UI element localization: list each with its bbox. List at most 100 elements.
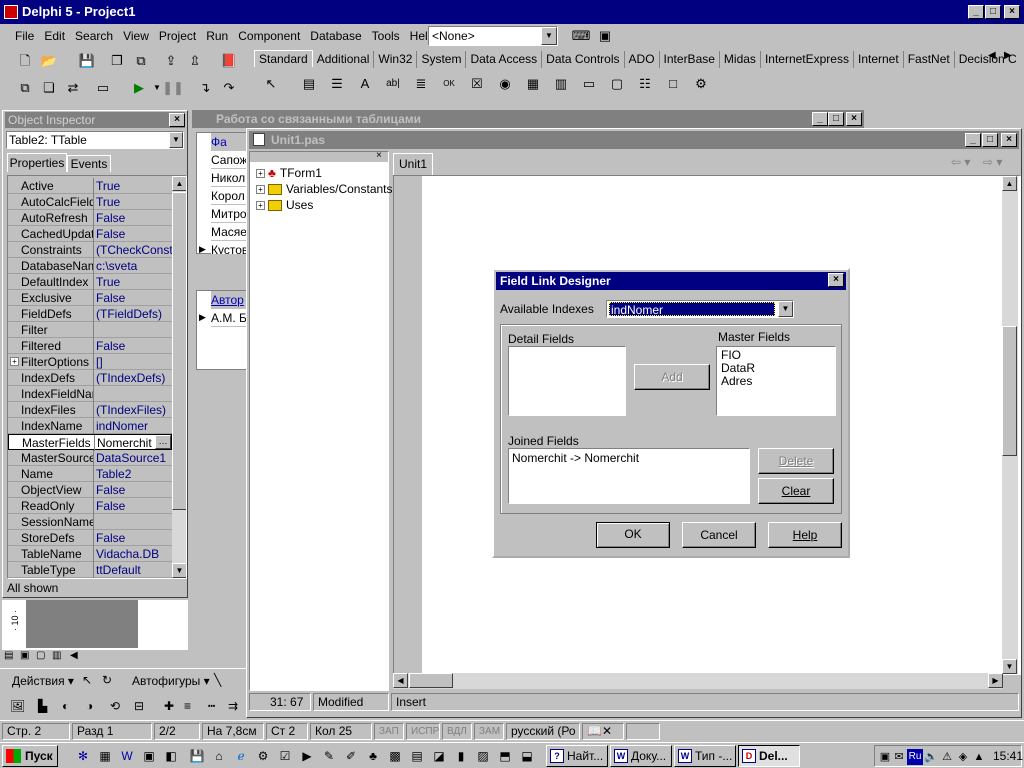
quicklaunch-icon[interactable]: ▣	[140, 747, 158, 765]
palette-tab-midas[interactable]: Midas	[720, 51, 761, 68]
pointer-icon[interactable]: ↖	[260, 73, 282, 95]
new-form-icon[interactable]: ▭	[92, 77, 114, 99]
taskbar-button-type[interactable]: W Тип -...	[674, 745, 736, 767]
tab-unit1[interactable]: Unit1	[393, 153, 433, 175]
quicklaunch-icon[interactable]: ◧	[162, 747, 180, 765]
property-row[interactable]: FieldDefs (TFieldDefs)	[8, 306, 172, 322]
taskbar-button-find[interactable]: ? Найт...	[546, 745, 608, 767]
add-button[interactable]: Add	[634, 364, 710, 390]
form1-maximize-button[interactable]: □	[828, 112, 844, 126]
scroll-thumb[interactable]	[1002, 326, 1017, 456]
quicklaunch-icon[interactable]: ▮	[452, 747, 470, 765]
property-value[interactable]: True	[96, 194, 172, 210]
property-value[interactable]: False	[96, 226, 172, 242]
radiogroup-icon[interactable]: ☷	[634, 73, 656, 95]
scroll-down-icon[interactable]: ▼	[172, 563, 186, 578]
detail-fields-list[interactable]	[508, 346, 626, 416]
property-row[interactable]: StoreDefs False	[8, 530, 172, 546]
select-objects-icon[interactable]: ↖	[82, 673, 92, 687]
quicklaunch-icon[interactable]: ⚙	[254, 747, 272, 765]
property-value[interactable]: (TCheckConstra	[96, 242, 172, 258]
editor-minimize-button[interactable]: _	[965, 133, 981, 147]
quicklaunch-icon[interactable]: ⬒	[496, 747, 514, 765]
property-value[interactable]: (TIndexDefs)	[96, 370, 172, 386]
tab-events[interactable]: Events	[67, 155, 111, 172]
property-value[interactable]: False	[96, 290, 172, 306]
new-icon[interactable]: 🗋	[14, 50, 36, 72]
scrollbar-icon[interactable]: ▭	[578, 73, 600, 95]
quicklaunch-icon[interactable]: ▦	[96, 747, 114, 765]
palette-tab-ado[interactable]: ADO	[625, 51, 660, 68]
scroll-up-icon[interactable]: ▲	[1002, 176, 1017, 191]
dbgrid-master-row[interactable]: Никол	[211, 169, 249, 187]
delete-button[interactable]: Delete	[758, 448, 834, 474]
trace-into-icon[interactable]: ↴	[194, 77, 216, 99]
quicklaunch-icon[interactable]: ⌂	[210, 747, 228, 765]
palette-tab-interbase[interactable]: InterBase	[660, 51, 720, 68]
dbgrid-master-row[interactable]: Митро	[211, 205, 249, 223]
ellipsis-button[interactable]: …	[155, 435, 171, 449]
quicklaunch-icon[interactable]: ☑	[276, 747, 294, 765]
volume-icon[interactable]: 🔈	[923, 749, 939, 765]
joined-fields-list[interactable]: Nomerchit -> Nomerchit	[508, 448, 750, 504]
tree-item-uses[interactable]: + Uses	[256, 197, 313, 213]
dbgrid-detail-row[interactable]: А.М. Б	[211, 309, 249, 327]
scroll-down-icon[interactable]: ▼	[1002, 659, 1017, 674]
status-ovr[interactable]: ЗАМ	[474, 723, 504, 740]
property-value[interactable]: ttDefault	[96, 562, 172, 578]
dbgrid-master-row[interactable]: Сапож	[211, 151, 249, 169]
ok-button[interactable]: OK	[596, 522, 670, 548]
tab-properties[interactable]: Properties	[7, 153, 67, 172]
combobox-icon[interactable]: ▥	[550, 73, 572, 95]
property-value[interactable]: []	[96, 354, 172, 370]
mainmenu-icon[interactable]: ▤	[298, 73, 320, 95]
align-icon[interactable]: ⊟	[134, 699, 144, 713]
property-value[interactable]: Vidacha.DB	[96, 546, 172, 562]
property-value[interactable]	[96, 386, 172, 402]
master-fields-list[interactable]: FIO DataR Adres	[716, 346, 836, 416]
property-row[interactable]: IndexFieldName	[8, 386, 172, 402]
button-icon[interactable]: OK	[438, 73, 460, 95]
step-over-icon[interactable]: ↷	[218, 77, 240, 99]
normal-view-icon[interactable]: ▤	[4, 650, 13, 661]
desktop-layout-combo[interactable]: <None> ▼	[428, 26, 558, 46]
quicklaunch-icon[interactable]: ⬓	[518, 747, 536, 765]
desktop-save-icon[interactable]: ⌨	[570, 25, 592, 47]
quicklaunch-icon[interactable]: ✐	[342, 747, 360, 765]
palette-scroll-right-icon[interactable]: ▶	[1004, 50, 1012, 61]
rotate-icon[interactable]: ⟲	[110, 699, 120, 713]
property-value[interactable]: True	[96, 178, 172, 194]
palette-tab-fastnet[interactable]: FastNet	[904, 51, 955, 68]
close-button[interactable]: ×	[1004, 5, 1020, 19]
palette-tab-internet[interactable]: Internet	[854, 51, 904, 68]
property-value[interactable]: False	[96, 338, 172, 354]
autoshapes-menu[interactable]: Автофигуры ▾	[132, 674, 210, 688]
taskbar-button-delphi[interactable]: D Del...	[738, 745, 800, 767]
palette-tab-data-access[interactable]: Data Access	[466, 51, 543, 68]
property-value[interactable]	[96, 322, 172, 338]
open-project-icon[interactable]: ⧉	[130, 50, 152, 72]
property-row[interactable]: Filtered False	[8, 338, 172, 354]
quicklaunch-icon[interactable]: ▶	[298, 747, 316, 765]
3d-icon[interactable]: ◐	[62, 699, 69, 713]
clear-button[interactable]: Clear	[758, 478, 834, 504]
property-row[interactable]: DatabaseNamec:\sveta	[8, 258, 172, 274]
property-value[interactable]: False	[96, 530, 172, 546]
save-icon[interactable]: 💾	[76, 50, 98, 72]
status-trk[interactable]: ИСПР	[406, 723, 440, 740]
property-row[interactable]: MasterFields Nomerchit…	[8, 434, 172, 451]
quicklaunch-icon[interactable]: ♣	[364, 747, 382, 765]
tree-item-variables[interactable]: + Variables/Constants	[256, 181, 393, 197]
hscroll-left-icon[interactable]: ◀	[70, 650, 78, 661]
editor-hscrollbar[interactable]: ◀ ▶	[393, 673, 1003, 689]
property-value[interactable]: True	[96, 274, 172, 290]
quicklaunch-icon[interactable]: 💾	[188, 747, 206, 765]
popupmenu-icon[interactable]: ☰	[326, 73, 348, 95]
form1-close-button[interactable]: ×	[846, 112, 862, 126]
editor-maximize-button[interactable]: □	[982, 133, 998, 147]
property-row[interactable]: Active True	[8, 178, 172, 194]
property-value[interactable]: False	[96, 498, 172, 514]
property-row[interactable]: IndexDefs (TIndexDefs)	[8, 370, 172, 386]
tray-icon[interactable]: ⚠	[939, 749, 955, 765]
property-row[interactable]: IndexName indNomer	[8, 418, 172, 434]
